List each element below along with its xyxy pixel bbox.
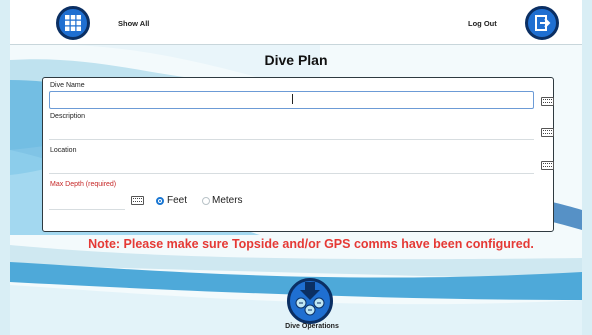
log-out-label[interactable]: Log Out: [468, 19, 497, 28]
max-depth-label: Max Depth (required): [50, 181, 117, 188]
exit-door-icon: [535, 15, 551, 31]
description-label: Description: [50, 113, 86, 120]
meters-radio[interactable]: [202, 197, 210, 205]
diver-arrow-icon: [295, 282, 325, 316]
keyboard-icon[interactable]: [541, 128, 554, 137]
meters-radio-label[interactable]: Meters: [212, 195, 243, 206]
show-all-label[interactable]: Show All: [118, 19, 149, 28]
dive-operations-button[interactable]: [287, 278, 333, 324]
dive-name-input[interactable]: [49, 91, 534, 109]
dive-operations-label[interactable]: Dive Operations: [263, 323, 361, 330]
keyboard-icon[interactable]: [131, 196, 144, 205]
max-depth-input[interactable]: [49, 191, 125, 210]
keyboard-icon[interactable]: [541, 161, 554, 170]
configuration-note: Note: Please make sure Topside and/or GP…: [88, 237, 534, 251]
location-label: Location: [50, 147, 77, 154]
page-title: Dive Plan: [264, 52, 328, 68]
dive-plan-form: Dive Name Description Location Max Depth…: [42, 77, 554, 232]
feet-radio[interactable]: [156, 197, 164, 205]
feet-radio-label[interactable]: Feet: [167, 195, 187, 206]
toolbar-divider: [10, 44, 582, 45]
keyboard-icon[interactable]: [541, 97, 554, 106]
log-out-button[interactable]: [525, 6, 559, 40]
show-all-button[interactable]: [56, 6, 90, 40]
dive-name-label: Dive Name: [50, 82, 85, 89]
location-input[interactable]: [49, 156, 534, 174]
description-input[interactable]: [49, 122, 534, 140]
grid-icon: [65, 15, 81, 31]
text-caret: [292, 94, 293, 104]
